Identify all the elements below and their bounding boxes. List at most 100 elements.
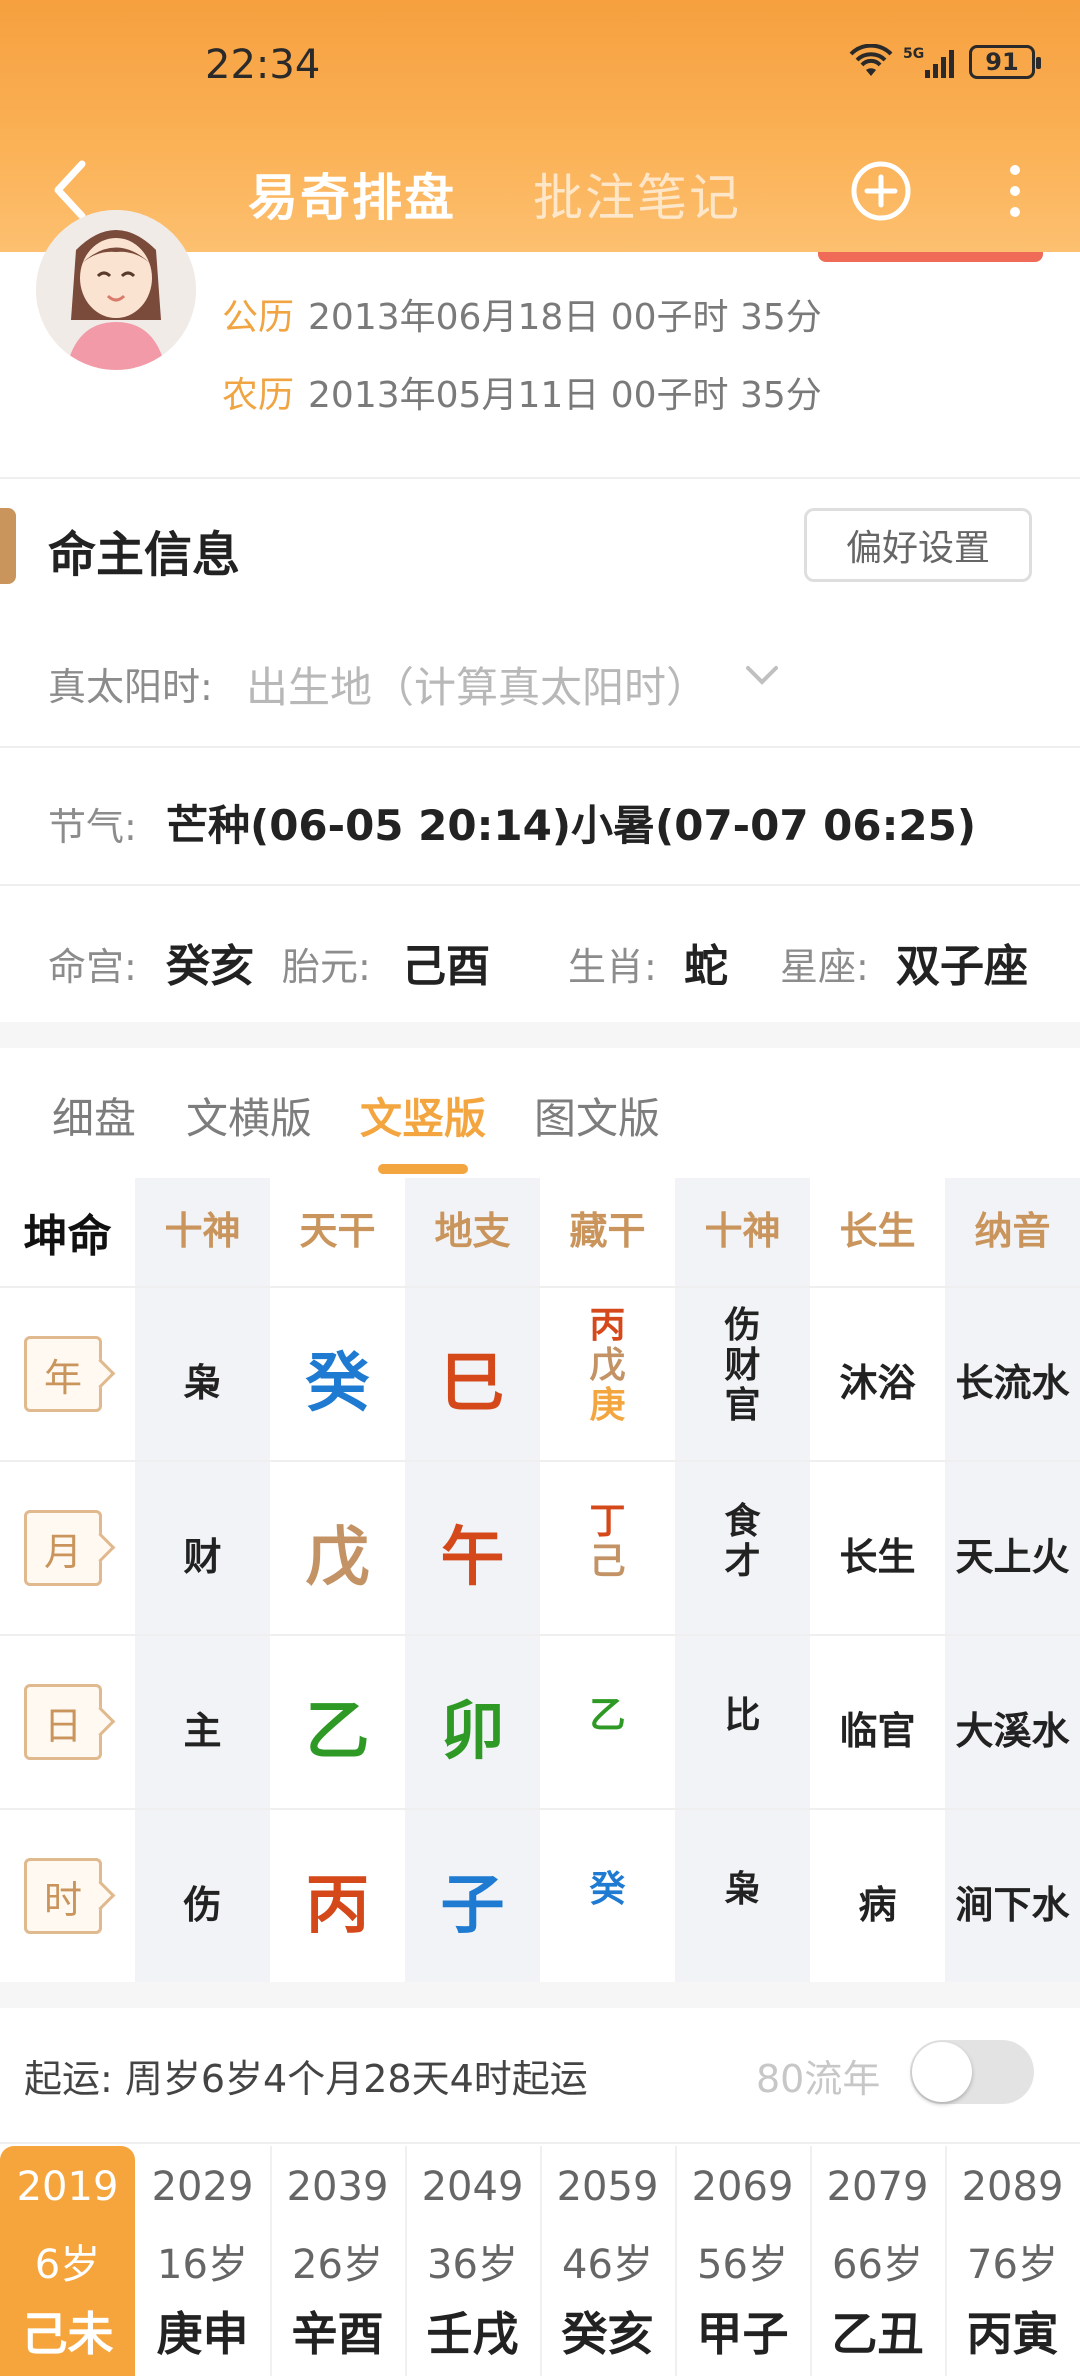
day-nayin: 大溪水 [955,1709,1070,1753]
month-canggan-shishen: 食 才 [675,1502,810,1582]
year-shishen: 枭 [183,1361,222,1405]
xingzuo-label: 星座: [780,945,869,989]
divider [0,746,1080,748]
canggan-shishen-item: 食 [724,1501,761,1542]
wifi-icon [849,44,893,76]
canggan-item: 癸 [589,1869,626,1910]
month-shishen: 财 [183,1535,222,1579]
year-changsheng: 沐浴 [839,1361,916,1405]
hour-gan: 丙 [305,1869,370,1943]
dayun-ganzhi: 壬戌 [426,2307,519,2361]
day-canggan: 乙 [540,1696,675,1736]
solar-date-row: 公历 2013年06月18日 00子时 35分 [222,288,822,340]
month-nayin: 天上火 [955,1535,1070,1579]
header-nayin: 纳音 [974,1209,1051,1253]
day-shishen: 主 [183,1709,222,1753]
canggan-item: 丁 [589,1501,626,1542]
status-time: 22:34 [205,42,321,88]
nav-title-tab[interactable]: 易奇排盘 [248,158,456,230]
day-zhi: 卯 [440,1695,505,1769]
year-nayin: 长流水 [955,1361,1070,1405]
year-canggan-shishen: 伤 财 官 [675,1306,810,1426]
pillar-year-tag[interactable]: 年 [24,1336,102,1412]
dayun-age: 76岁 [967,2242,1058,2288]
dayun-year: 2019 [16,2164,119,2210]
qiyun-text: 起运: 周岁6岁4个月28天4时起运 [24,2057,588,2101]
dayun-year: 2029 [151,2164,254,2210]
dayun-year: 2039 [286,2164,389,2210]
row-divider [0,1808,1080,1810]
tab-xipan[interactable]: 细盘 [52,1085,136,1146]
dayun-item[interactable]: 2019 6岁 己未 [0,2146,135,2376]
section-accent-bar [0,508,16,584]
solar-time-label: 真太阳时: [48,665,213,709]
minggong-value: 癸亥 [166,941,254,992]
header-canggan-shishen: 十神 [704,1209,781,1253]
taiyuan-label: 胎元: [282,945,371,989]
shengxiao-value: 蛇 [684,941,728,992]
hour-canggan-shishen: 枭 [675,1870,810,1910]
dayun-ganzhi: 癸亥 [561,2307,654,2361]
dayun-year: 2089 [961,2164,1064,2210]
lunar-label: 农历 [222,375,295,416]
tab-tuwen[interactable]: 图文版 [534,1085,660,1146]
chevron-down-icon[interactable] [744,664,780,688]
avatar[interactable] [36,210,196,370]
status-icons: 5G 91 [849,44,1041,80]
tab-wenheng[interactable]: 文横版 [186,1085,312,1146]
dayun-age: 16岁 [157,2242,248,2288]
solar-date: 2013年06月18日 00子时 35分 [308,297,822,338]
active-tab-indicator [378,1164,468,1174]
dayun-item[interactable]: 2049 36岁 壬戌 [405,2146,540,2376]
pillar-month-tag[interactable]: 月 [24,1510,102,1586]
canggan-item: 丙 [589,1305,626,1346]
dayun-item[interactable]: 2089 76岁 丙寅 [945,2146,1080,2376]
hour-shishen: 伤 [183,1883,222,1927]
row-divider [0,1286,1080,1288]
red-indicator [818,252,1043,262]
month-gan: 戊 [305,1521,370,1595]
signal-5g-icon: 5G [903,46,954,78]
section-title: 命主信息 [48,527,241,583]
hour-zhi: 子 [440,1869,505,1943]
birthplace-selector[interactable]: 出生地（计算真太阳时） [246,654,708,715]
dayun-ganzhi: 丙寅 [966,2307,1059,2361]
dayun-item[interactable]: 2059 46岁 癸亥 [540,2146,675,2376]
dayun-year: 2049 [421,2164,524,2210]
day-canggan-shishen: 比 [675,1696,810,1736]
row-divider [0,1634,1080,1636]
dayun-item[interactable]: 2079 66岁 乙丑 [810,2146,945,2376]
liunian-toggle[interactable] [910,2040,1034,2104]
more-vertical-icon[interactable] [1000,160,1030,222]
day-gan: 乙 [305,1695,370,1769]
dayun-age: 56岁 [697,2242,788,2288]
add-circle-icon[interactable] [850,160,912,222]
svg-text:5G: 5G [903,46,924,62]
dayun-age: 6岁 [34,2242,101,2288]
dayun-item[interactable]: 2029 16岁 庚申 [135,2146,270,2376]
year-zhi: 巳 [440,1347,505,1421]
dayun-item[interactable]: 2069 56岁 甲子 [675,2146,810,2376]
canggan-shishen-item: 才 [724,1541,761,1582]
month-changsheng: 长生 [839,1535,916,1579]
canggan-shishen-item: 财 [724,1345,761,1386]
canggan-item: 己 [589,1541,626,1582]
pillar-hour-tag[interactable]: 时 [24,1858,102,1934]
tab-wenshu[interactable]: 文竖版 [360,1085,486,1146]
dayun-item[interactable]: 2039 26岁 辛酉 [270,2146,405,2376]
canggan-item: 乙 [589,1695,626,1736]
dayun-ganzhi: 己未 [21,2307,114,2361]
lunar-date-row: 农历 2013年05月11日 00子时 35分 [222,366,822,418]
battery-icon: 91 [969,45,1041,79]
avatar-girl-icon [36,210,196,370]
divider [0,2142,1080,2144]
hour-changsheng: 病 [858,1883,897,1927]
header-dizhi: 地支 [434,1209,511,1253]
divider [0,477,1080,479]
chart-view-tabs: 细盘 文横版 文竖版 图文版 [0,1085,1080,1175]
pillar-day-tag[interactable]: 日 [24,1684,102,1760]
jieqi-label: 节气: [48,805,137,849]
nav-notes-tab[interactable]: 批注笔记 [533,158,741,230]
dayun-age: 66岁 [832,2242,923,2288]
preferences-button[interactable]: 偏好设置 [804,508,1032,582]
